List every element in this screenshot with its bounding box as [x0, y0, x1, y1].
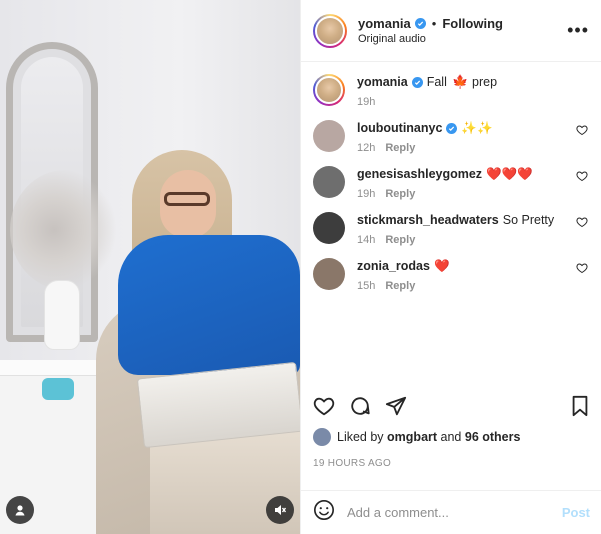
- verified-badge-icon: [446, 123, 458, 134]
- more-horizontal-icon[interactable]: •••: [567, 20, 589, 41]
- author-info: yomania • Following Original audio: [358, 16, 567, 45]
- reply-button[interactable]: Reply: [385, 234, 415, 246]
- comment-like-icon[interactable]: [576, 166, 590, 200]
- following-button[interactable]: Following: [442, 16, 503, 31]
- verified-badge-icon: [411, 77, 423, 88]
- commenter-username[interactable]: zonia_rodas: [357, 259, 430, 273]
- liker-avatar[interactable]: [313, 428, 331, 446]
- audio-label[interactable]: Original audio: [358, 33, 567, 45]
- comment-text: So Pretty: [502, 213, 555, 227]
- commenter-avatar[interactable]: [313, 258, 345, 290]
- comment-text: ❤️❤️❤️: [486, 167, 533, 181]
- likes-connector: and: [440, 430, 462, 444]
- heart-icon[interactable]: [313, 395, 335, 422]
- maple-leaf-emoji: 🍁: [452, 74, 469, 89]
- user-tag-icon[interactable]: [6, 496, 34, 524]
- comment-time: 14h: [357, 234, 376, 246]
- post-details-panel: yomania • Following Original audio ••• y…: [300, 0, 601, 534]
- comment-item: genesisashleygomez ❤️❤️❤️ 19h Reply: [313, 166, 590, 200]
- author-username[interactable]: yomania: [358, 16, 411, 31]
- caption-text-after: prep: [472, 75, 498, 89]
- separator-dot: •: [431, 16, 437, 31]
- post-comment-button[interactable]: Post: [562, 505, 590, 520]
- comment-text: ✨✨: [461, 121, 493, 135]
- jar-illustration: [42, 378, 74, 400]
- share-icon[interactable]: [385, 395, 407, 422]
- post-viewer: yomania • Following Original audio ••• y…: [0, 0, 601, 534]
- commenter-avatar[interactable]: [313, 166, 345, 198]
- caption-author-avatar[interactable]: [313, 74, 345, 106]
- post-actions: Liked by omgbart and 96 others 19 HOURS …: [301, 390, 601, 469]
- comment-item: louboutinanyc ✨✨ 12h Reply: [313, 120, 590, 154]
- reply-button[interactable]: Reply: [385, 142, 415, 154]
- verified-badge-icon: [414, 18, 426, 29]
- likes-others-link[interactable]: 96 others: [465, 430, 521, 444]
- caption-text-before: Fall: [426, 75, 447, 89]
- comment-time: 19h: [357, 188, 376, 200]
- likes-prefix: Liked by: [337, 430, 384, 444]
- likes-summary: Liked by omgbart and 96 others: [313, 428, 590, 446]
- comment-icon[interactable]: [349, 395, 371, 422]
- muted-speaker-icon[interactable]: [266, 496, 294, 524]
- bookmark-icon[interactable]: [570, 395, 590, 422]
- commenter-avatar[interactable]: [313, 212, 345, 244]
- comment-like-icon[interactable]: [576, 120, 590, 154]
- glasses-illustration: [164, 192, 210, 206]
- smiley-icon[interactable]: [313, 499, 335, 526]
- blue-robe-illustration: [118, 235, 300, 375]
- caption-time: 19h: [357, 96, 376, 108]
- commenter-avatar[interactable]: [313, 120, 345, 152]
- comment-item: zonia_rodas ❤️ 15h Reply: [313, 258, 590, 292]
- add-comment-bar: Post: [301, 490, 601, 534]
- flowers-illustration: [10, 170, 120, 290]
- comment-time: 12h: [357, 142, 376, 154]
- post-timestamp[interactable]: 19 HOURS AGO: [313, 458, 590, 469]
- comment-like-icon[interactable]: [576, 212, 590, 246]
- comments-list[interactable]: yomania Fall 🍁 prep 19h louboutinanyc ✨✨ 1…: [301, 62, 601, 382]
- commenter-username[interactable]: genesisashleygomez: [357, 167, 482, 181]
- commenter-username[interactable]: stickmarsh_headwaters: [357, 213, 499, 227]
- commenter-username[interactable]: louboutinanyc: [357, 121, 442, 135]
- comment-text: ❤️: [433, 259, 450, 273]
- side-table-top: [0, 360, 110, 376]
- reply-button[interactable]: Reply: [385, 188, 415, 200]
- vase-illustration: [44, 280, 80, 350]
- post-media[interactable]: [0, 0, 300, 534]
- comment-like-icon[interactable]: [576, 258, 590, 292]
- comment-time: 15h: [357, 280, 376, 292]
- post-header: yomania • Following Original audio •••: [301, 0, 601, 62]
- comment-item: stickmarsh_headwaters So Pretty 14h Reply: [313, 212, 590, 246]
- comment-input[interactable]: [347, 505, 562, 520]
- reply-button[interactable]: Reply: [385, 280, 415, 292]
- liker-username[interactable]: omgbart: [387, 430, 437, 444]
- author-avatar[interactable]: [313, 13, 347, 48]
- caption-body: yomania Fall 🍁 prep 19h: [357, 74, 590, 108]
- caption: yomania Fall 🍁 prep 19h: [313, 74, 590, 108]
- caption-username[interactable]: yomania: [357, 75, 408, 89]
